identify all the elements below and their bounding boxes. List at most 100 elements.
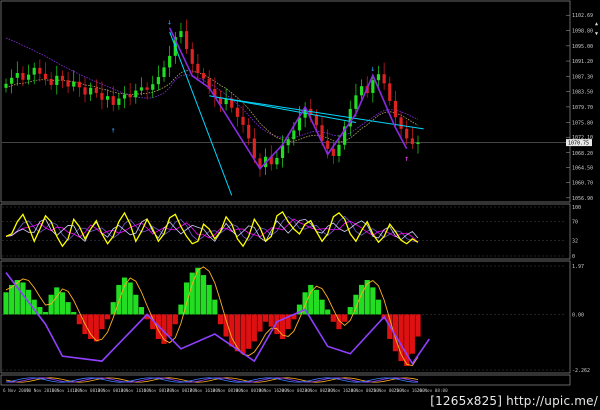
oscillator-bar bbox=[409, 314, 415, 354]
candle-body bbox=[326, 140, 330, 149]
price-tick-label: 1098.80 bbox=[572, 29, 593, 35]
oscillator-bar bbox=[178, 304, 184, 315]
up-arrow-icon: ↑ bbox=[111, 125, 116, 134]
candle-body bbox=[105, 96, 110, 100]
candle-body bbox=[292, 130, 296, 140]
candle-body bbox=[162, 67, 166, 77]
oscillator-bar bbox=[138, 307, 145, 315]
candle-body bbox=[21, 73, 25, 80]
oscillator-bar bbox=[234, 314, 240, 352]
oscillator-bar bbox=[330, 314, 336, 322]
oscillator-bar bbox=[319, 299, 325, 315]
price-tick-label: 1087.30 bbox=[572, 75, 593, 81]
candle-body bbox=[168, 55, 172, 68]
oscillator-bar bbox=[364, 280, 370, 315]
candle-body bbox=[196, 63, 200, 74]
watermark: [1265x825] http://upic.me/ bbox=[430, 394, 598, 408]
scroll-up-icon[interactable]: ▲ bbox=[595, 22, 598, 27]
stochastic-tick-label: 100 bbox=[572, 205, 581, 211]
signal-arrow-icon: ↑ bbox=[404, 154, 409, 163]
candle-body bbox=[179, 31, 183, 38]
candle-body bbox=[151, 84, 155, 90]
price-tick-label: 1091.20 bbox=[572, 59, 593, 65]
price-tick-label: 1060.70 bbox=[572, 181, 593, 187]
candle-body bbox=[134, 90, 138, 98]
oscillator-bar bbox=[358, 284, 365, 315]
oscillator-bar bbox=[71, 311, 77, 315]
price-tick-label: 1095.00 bbox=[572, 44, 593, 50]
chart-window: 1102.69 1098.80 1095.00 1091.20 1087.30 1083.… bbox=[0, 0, 600, 410]
oscillator-bar bbox=[375, 299, 382, 315]
oscillator-tick-label: 1.97 bbox=[572, 264, 584, 270]
price-tick-label: 1079.70 bbox=[572, 105, 593, 111]
price-tick-label: 1056.90 bbox=[572, 196, 593, 202]
oscillator-bar bbox=[59, 292, 66, 315]
oscillator-bar bbox=[127, 282, 133, 315]
oscillator-bar bbox=[347, 307, 353, 315]
candle-body bbox=[94, 87, 98, 93]
oscillator-tick-label: 0.00 bbox=[572, 312, 584, 318]
oscillator-bar bbox=[342, 314, 348, 322]
candle-body bbox=[399, 117, 403, 129]
oscillator-bar bbox=[65, 302, 71, 315]
oscillator-bar bbox=[217, 314, 224, 325]
candle-body bbox=[190, 49, 194, 64]
candle-body bbox=[247, 124, 251, 139]
candle-body bbox=[314, 114, 319, 126]
candle-body bbox=[393, 100, 398, 118]
candle-body bbox=[10, 77, 14, 84]
candle-body bbox=[410, 138, 414, 144]
candle-body bbox=[60, 75, 65, 81]
scroll-down-icon[interactable]: ▼ bbox=[595, 32, 598, 37]
candle-body bbox=[43, 73, 48, 79]
oscillator-bar bbox=[308, 284, 314, 315]
oscillator-bar bbox=[93, 314, 99, 342]
candle-body bbox=[139, 87, 144, 91]
candle-body bbox=[38, 67, 42, 74]
oscillator-bar bbox=[172, 314, 178, 325]
price-tick-label: 1083.50 bbox=[572, 90, 593, 96]
oscillator-bar bbox=[268, 314, 274, 327]
candle-body bbox=[4, 83, 8, 88]
candle-body bbox=[49, 78, 53, 85]
oscillator-bar bbox=[415, 314, 421, 337]
oscillator-bar bbox=[313, 289, 320, 315]
trading-chart: 1102.69 1098.80 1095.00 1091.20 1087.30 1083.… bbox=[0, 0, 593, 394]
price-tick-label: 1075.80 bbox=[572, 120, 593, 126]
oscillator-bar bbox=[104, 314, 111, 320]
candle-body bbox=[111, 96, 115, 105]
oscillator-bar bbox=[9, 284, 15, 315]
oscillator-bar bbox=[3, 292, 9, 315]
candle-body bbox=[77, 81, 81, 88]
candle-body bbox=[15, 73, 19, 78]
oscillator-bar bbox=[200, 275, 207, 315]
candle-body bbox=[331, 148, 335, 156]
oscillator-bar bbox=[251, 314, 257, 342]
oscillator-bar bbox=[88, 314, 94, 339]
oscillator-bar bbox=[167, 314, 173, 337]
candle-body bbox=[275, 157, 279, 165]
candle-body bbox=[66, 80, 70, 87]
candle-body bbox=[128, 94, 132, 98]
oscillator-bar bbox=[246, 314, 252, 349]
stochastic-tick-label: 32 bbox=[572, 238, 578, 244]
chart-scroll-strip[interactable]: ▲ ▼ bbox=[591, 0, 600, 386]
candle-body bbox=[32, 67, 36, 75]
stochastic-tick-label: 70 bbox=[572, 220, 578, 226]
down-arrow-icon: ↓ bbox=[370, 64, 375, 73]
candle-body bbox=[201, 73, 206, 79]
current-price-label: 1070.75 bbox=[568, 141, 589, 147]
candle-body bbox=[359, 86, 364, 96]
candle-body bbox=[405, 128, 409, 139]
down-arrow-icon: ↓ bbox=[167, 17, 172, 26]
candle-body bbox=[89, 87, 93, 95]
candle-body bbox=[55, 75, 59, 85]
oscillator-bar bbox=[370, 287, 376, 315]
oscillator-bar bbox=[325, 309, 331, 315]
oscillator-tick-label: -2.262 bbox=[572, 368, 590, 374]
price-tick-label: 1102.69 bbox=[572, 13, 593, 19]
candle-body bbox=[185, 31, 189, 50]
candle-body bbox=[145, 87, 149, 90]
candle-body bbox=[235, 107, 239, 117]
candle-body bbox=[241, 116, 245, 125]
